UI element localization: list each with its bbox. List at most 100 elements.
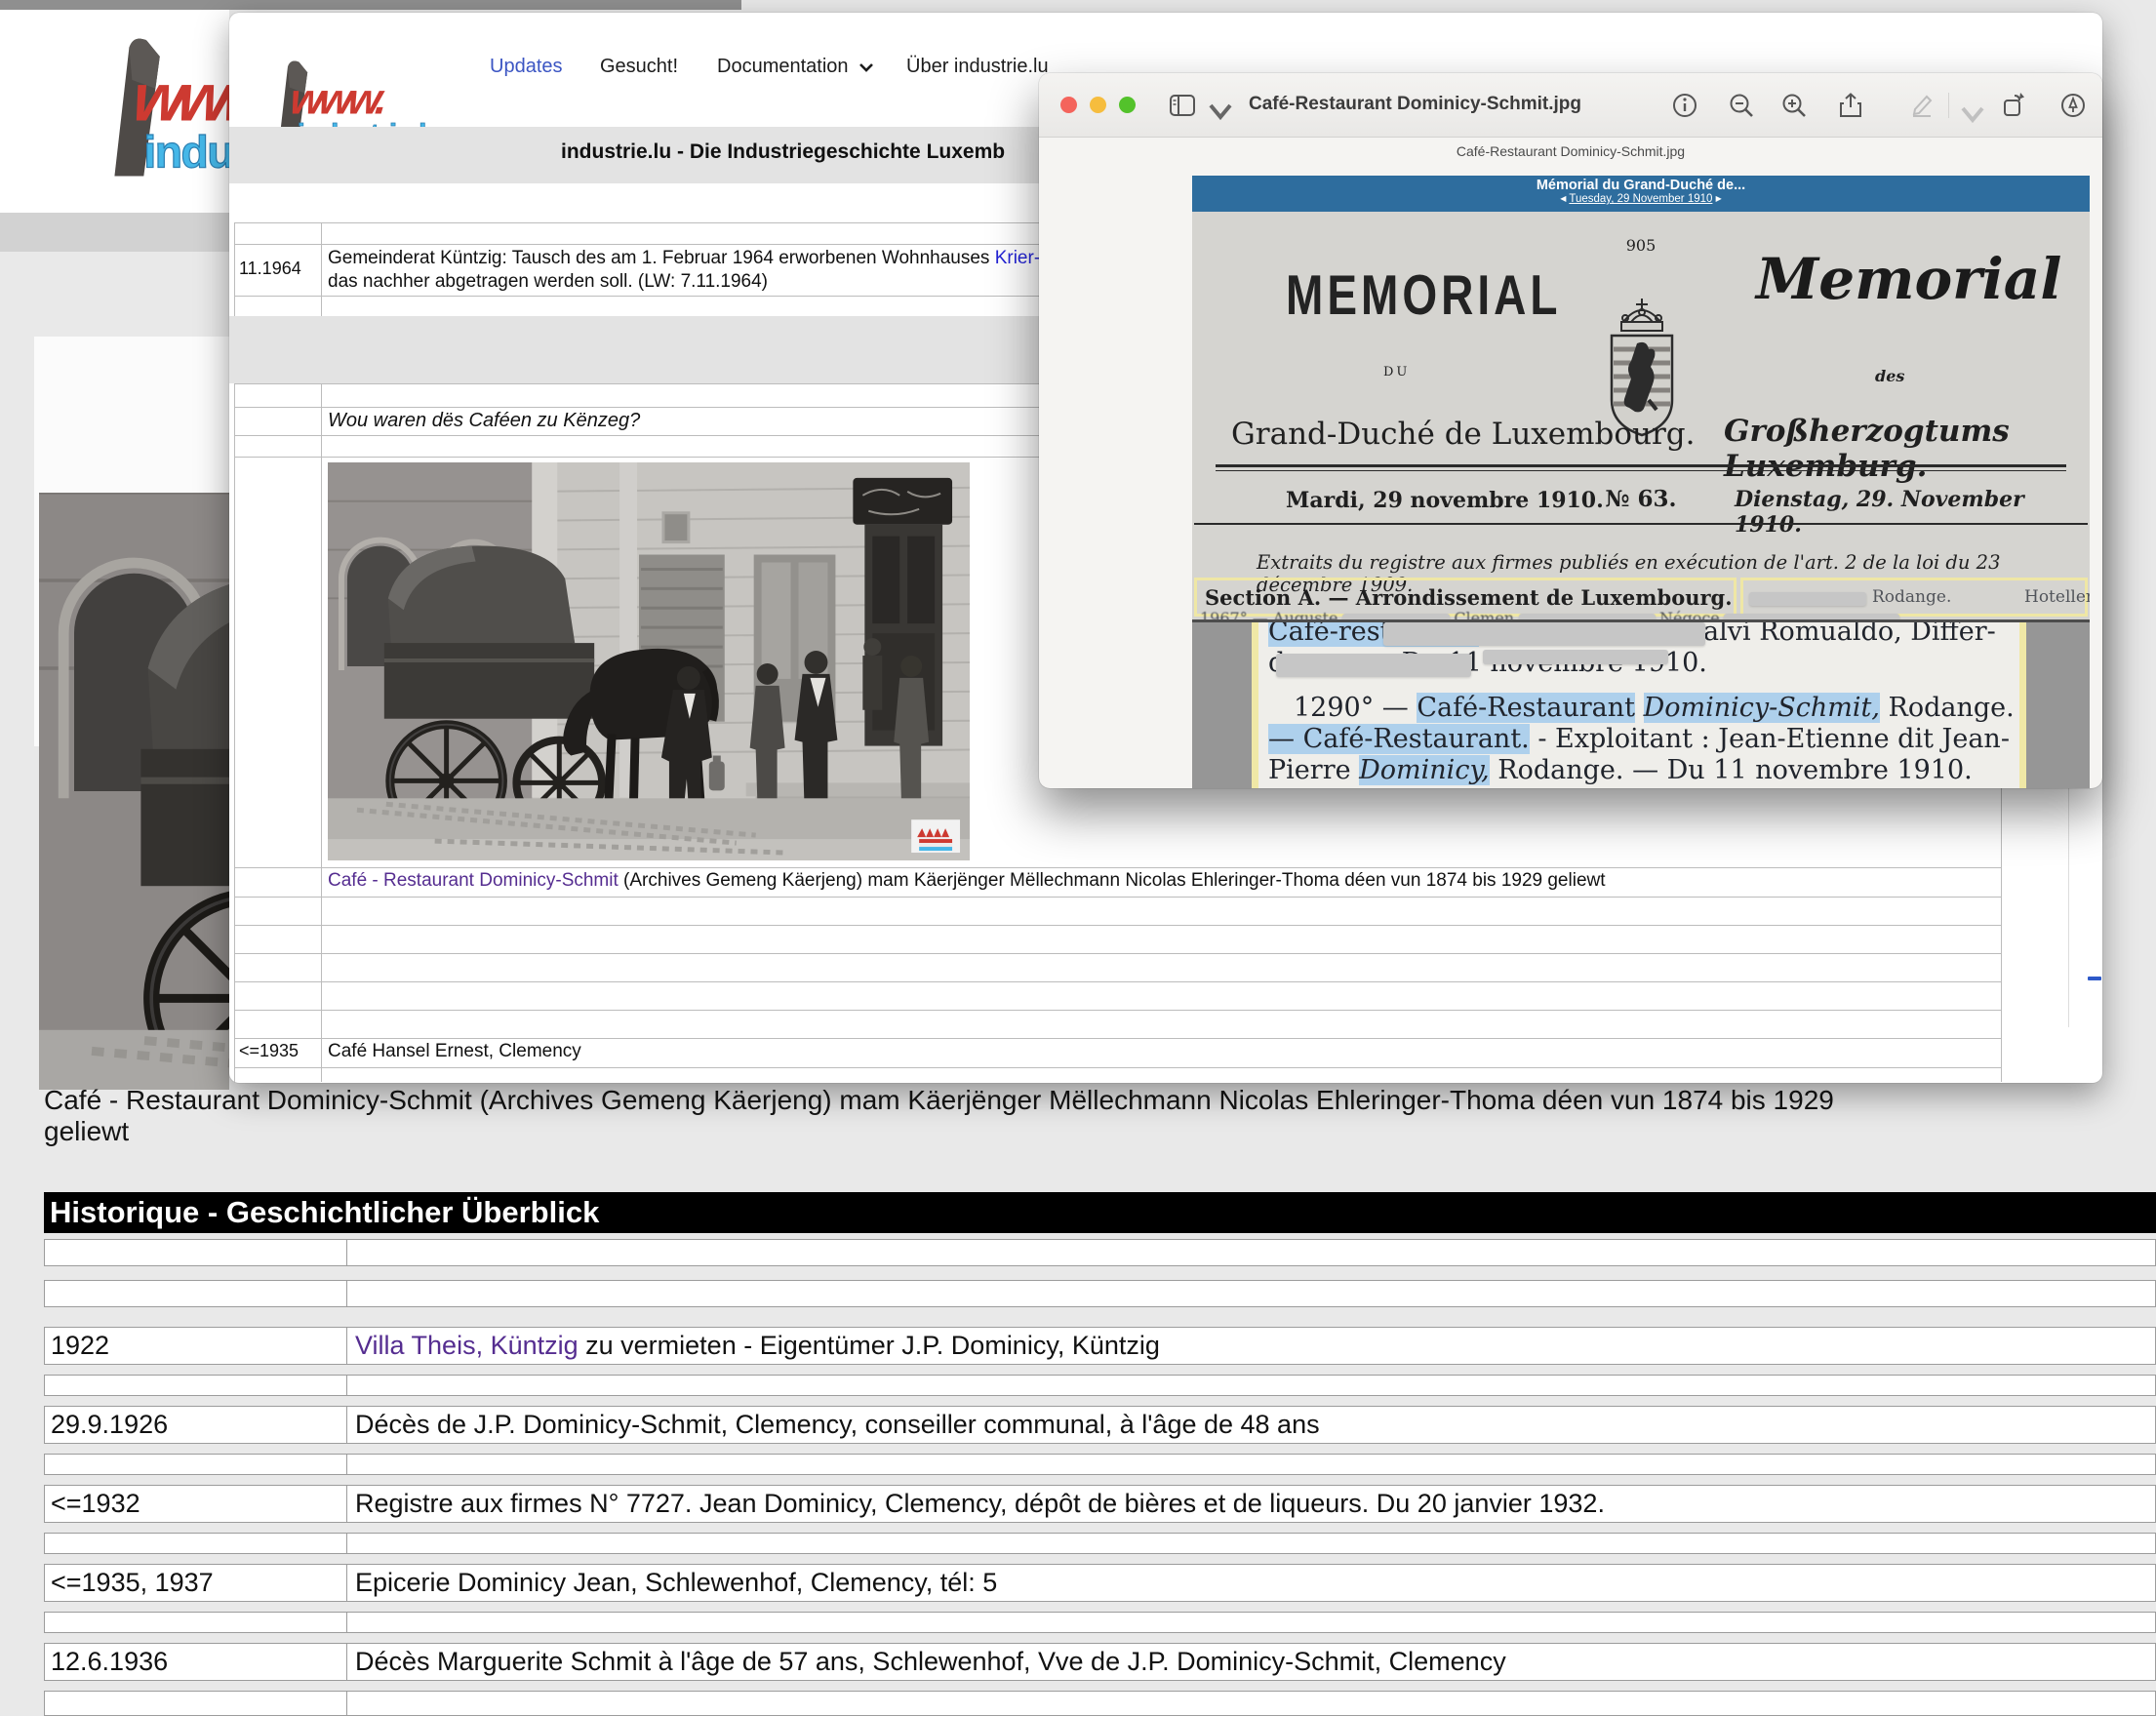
table-row <box>234 898 2002 926</box>
table-row <box>234 1011 2002 1039</box>
nav-updates[interactable]: Updates <box>490 56 563 78</box>
text-cell: Décès de J.P. Dominicy-Schmit, Clemency,… <box>346 1406 2156 1444</box>
text-cell: Villa Theis, Küntzig zu vermieten - Eige… <box>346 1327 2156 1365</box>
table-row-1932: <=1932 Registre aux firmes N° 7727. Jean… <box>44 1485 2156 1523</box>
viewer-banner: Mémorial du Grand-Duché de... ◀ Tuesday,… <box>1192 176 2090 212</box>
chevron-down-icon[interactable] <box>858 61 874 73</box>
line-text: Rodange. — Du 11 novembre 1910. <box>1490 755 1973 785</box>
next-issue-icon[interactable]: ▶ <box>1716 194 1722 203</box>
background-logo-block <box>0 10 229 213</box>
info-icon[interactable] <box>1671 92 1698 119</box>
row-text: zu vermieten - Eigentümer J.P. Dominicy,… <box>579 1331 1160 1360</box>
dateline-rule <box>1194 523 2088 525</box>
table-row <box>234 926 2002 954</box>
selected-text: Dominicy, <box>1359 755 1490 785</box>
annotate-icon[interactable] <box>2059 92 2087 119</box>
selected-text: — Café-Restaurant. <box>1268 724 1530 754</box>
table-row <box>44 1533 2156 1554</box>
text-cell: Registre aux firmes N° 7727. Jean Domini… <box>346 1485 2156 1523</box>
issue-date-german: Dienstag, 29. November 1910. <box>1735 487 2090 538</box>
truncated-link-fragment[interactable] <box>2088 977 2101 980</box>
date-cell: 1922 <box>44 1327 346 1365</box>
nav-ueber-industrie-lu[interactable]: Über industrie.lu <box>906 56 1049 78</box>
markup-pencil-icon[interactable] <box>1907 92 1935 119</box>
zoom-out-icon[interactable] <box>1728 92 1755 119</box>
selected-text: Café-Restaurant <box>1417 693 1635 723</box>
date-cell: 12.6.1936 <box>44 1643 346 1681</box>
preview-window: Café-Restaurant Dominicy-Schmit.jpg <box>1039 73 2102 788</box>
rotate-icon[interactable] <box>2001 92 2028 119</box>
caption-text: (Archives Gemeng Käerjeng) mam Käerjënge… <box>619 870 1606 891</box>
text-cell: Epicerie Dominicy Jean, Schlewenhof, Cle… <box>346 1564 2156 1602</box>
redaction-bar <box>1483 650 1668 664</box>
zoom-line-d: — Café-Restaurant. - Exploitant : Jean-E… <box>1268 724 2010 754</box>
zoom-in-icon[interactable] <box>1780 92 1808 119</box>
section-line: Section A. — Arrondissement de Luxembour… <box>1205 585 1733 610</box>
nav-gesucht[interactable]: Gesucht! <box>600 56 678 78</box>
masthead-grand-duche: Grand-Duché de Luxembourg. <box>1231 417 1696 452</box>
table-row <box>44 1454 2156 1475</box>
markup-chevron-icon[interactable] <box>1959 100 1986 128</box>
masthead-du: DU <box>1383 365 1410 379</box>
share-icon[interactable] <box>1837 92 1864 119</box>
preview-titlebar[interactable]: Café-Restaurant Dominicy-Schmit.jpg <box>1039 73 2102 138</box>
table-row-1922: 1922 Villa Theis, Küntzig zu vermieten -… <box>44 1327 2156 1365</box>
background-gray-band <box>0 213 229 252</box>
close-button[interactable] <box>1060 97 1077 113</box>
table-row <box>44 1375 2156 1396</box>
memorial-scan: Mémorial du Grand-Duché de... ◀ Tuesday,… <box>1192 176 2090 788</box>
table-row <box>44 1280 2156 1307</box>
filename-subtitle: Café-Restaurant Dominicy-Schmit.jpg <box>1039 143 2102 159</box>
date-cell: 29.9.1926 <box>44 1406 346 1444</box>
minimize-button[interactable] <box>1090 97 1106 113</box>
sidebar-icon[interactable] <box>1169 92 1196 119</box>
sidebar-chevron-icon[interactable] <box>1207 98 1234 125</box>
toolbar-divider <box>1948 93 1949 118</box>
line-text: Pierre <box>1268 755 1359 785</box>
table-row-1935: <=1935 Café Hansel Ernest, Clemency <box>234 1039 2002 1068</box>
date-cell: <=1935 <box>234 1039 322 1067</box>
page-title: industrie.lu - Die Industriegeschichte L… <box>561 140 1005 164</box>
table-row-1936: 12.6.1936 Décès Marguerite Schmit à l'âg… <box>44 1643 2156 1681</box>
date-cell: <=1935, 1937 <box>44 1564 346 1602</box>
table-row <box>234 982 2002 1011</box>
redaction-bar <box>1276 654 1471 677</box>
redaction-bar <box>1749 592 1866 606</box>
table-row-1926: 29.9.1926 Décès de J.P. Dominicy-Schmit,… <box>44 1406 2156 1444</box>
background-photo-caption: Café - Restaurant Dominicy-Schmit (Archi… <box>44 1085 1878 1147</box>
zoom-inset: Café-restaurant — Exploitant : Salvi Rom… <box>1192 622 2090 788</box>
villa-theis-link[interactable]: Villa Theis, Küntzig <box>355 1331 579 1360</box>
banner-title: Mémorial du Grand-Duché de... <box>1192 178 2090 193</box>
table-row-1935-1937: <=1935, 1937 Epicerie Dominicy Jean, Sch… <box>44 1564 2156 1602</box>
row-text: Gemeinderat Küntzig: Tausch des am 1. Fe… <box>328 248 995 268</box>
banner-date-nav: ◀ Tuesday, 29 November 1910 ▶ <box>1192 193 2090 205</box>
redaction-bar <box>1383 622 1705 646</box>
line-text: - Exploitant : Jean-Etienne dit Jean- <box>1530 724 2010 754</box>
line-text: 1290° — <box>1294 693 1417 723</box>
historique-table: 1922 Villa Theis, Küntzig zu vermieten -… <box>44 1239 2156 1716</box>
table-row <box>234 1068 2002 1082</box>
masthead-des: des <box>1875 367 1904 385</box>
cafe-dominicy-schmit-photo <box>328 462 970 860</box>
screen: { "colors": { "link_blue": "#2424d6", "v… <box>0 0 2156 1699</box>
background-photo-crop <box>39 493 229 1090</box>
fragment-hotellerie: Hotellerie. <box>2024 587 2090 607</box>
zoom-line-e: Pierre Dominicy, Rodange. — Du 11 novemb… <box>1268 755 1973 785</box>
table-row <box>234 954 2002 982</box>
nav-documentation[interactable]: Documentation <box>717 56 849 78</box>
photo-caption: Café - Restaurant Dominicy-Schmit (Archi… <box>322 868 2002 897</box>
date-cell: <=1932 <box>44 1485 346 1523</box>
cafe-restaurant-link[interactable]: Café - Restaurant Dominicy-Schmit <box>328 870 619 891</box>
masthead-memorial-de: Memorial <box>1756 246 2061 312</box>
zoom-window-button[interactable] <box>1119 97 1136 113</box>
table-row-caption: Café - Restaurant Dominicy-Schmit (Archi… <box>234 868 2002 898</box>
prev-issue-icon[interactable]: ◀ <box>1560 194 1566 203</box>
table-row <box>44 1691 2156 1716</box>
issue-date-link[interactable]: Tuesday, 29 November 1910 <box>1569 193 1712 205</box>
masthead-memorial-fr: MEMORIAL <box>1286 261 1561 328</box>
masthead-rule <box>1216 464 2066 467</box>
cafe-photo-enlarged <box>39 493 229 1090</box>
selected-text: Dominicy-Schmit, <box>1644 693 1880 723</box>
zoom-inset-paper: Café-restaurant — Exploitant : Salvi Rom… <box>1258 622 2019 788</box>
table-row <box>44 1612 2156 1633</box>
